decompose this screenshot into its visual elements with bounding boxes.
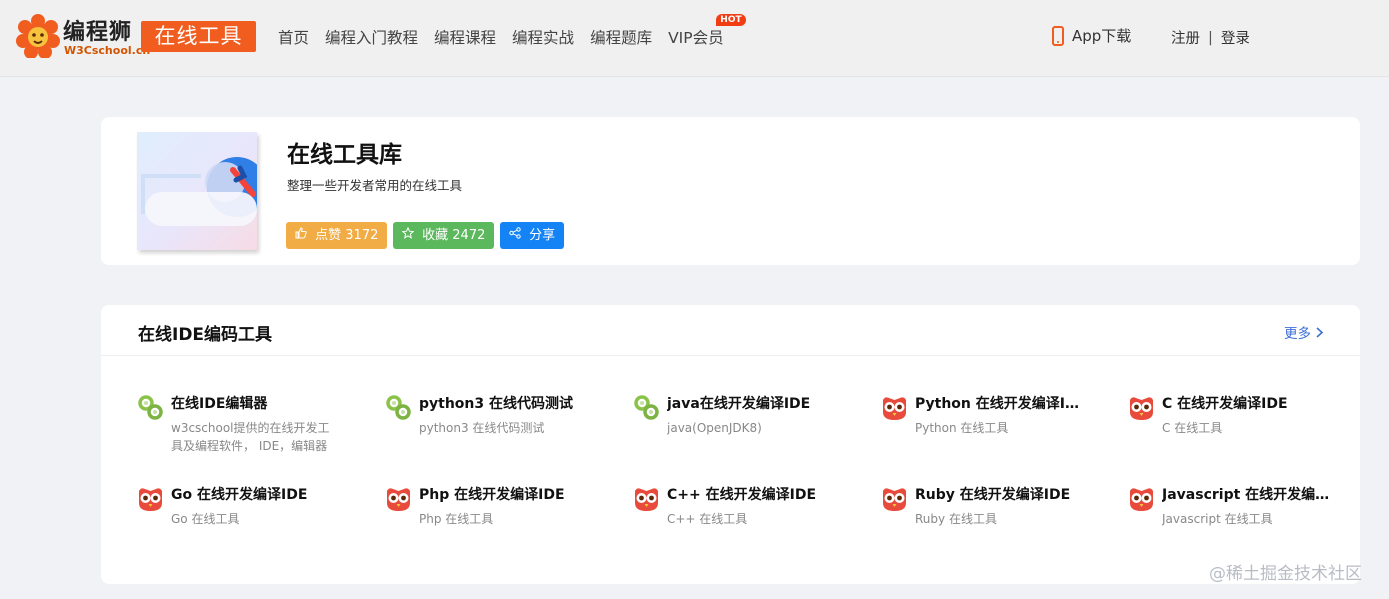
favorite-count: 收藏 2472 <box>422 228 486 243</box>
tool-library-card: 在线工具库 整理一些开发者常用的在线工具 点赞 3172 收藏 2472 分享 <box>101 117 1360 265</box>
watermark: @稀土掘金技术社区 <box>1209 564 1362 584</box>
tool-name: Php 在线开发编译IDE <box>419 487 565 503</box>
page-title: 在线工具库 <box>287 142 402 168</box>
nav-question-bank[interactable]: 编程题库 <box>590 26 652 48</box>
nav-practice[interactable]: 编程实战 <box>512 26 574 48</box>
tool-name: Go 在线开发编译IDE <box>171 487 308 503</box>
link-icon <box>137 394 164 421</box>
auth-links: 注册 | 登录 <box>1171 27 1250 48</box>
auth-separator: | <box>1208 29 1213 46</box>
tool-description: C++ 在线工具 <box>667 512 748 526</box>
phone-icon <box>1052 25 1064 46</box>
section-divider <box>101 355 1360 356</box>
tool-name: C++ 在线开发编译IDE <box>667 487 817 503</box>
owl-icon <box>1128 394 1155 421</box>
owl-icon <box>881 485 908 512</box>
wrench-cloud-icon <box>141 157 257 226</box>
main-nav: 首页 编程入门教程 编程课程 编程实战 编程题库 VIP会员 HOT <box>278 14 746 48</box>
tool-name: Python 在线开发编译IDE <box>915 396 1085 412</box>
tool-library-thumbnail <box>137 132 257 250</box>
lion-logo-icon[interactable] <box>16 14 60 58</box>
nav-courses[interactable]: 编程课程 <box>434 26 496 48</box>
like-count: 点赞 3172 <box>315 228 379 243</box>
app-download-link[interactable]: App下载 <box>1052 25 1131 46</box>
tool-description: Python 在线工具 <box>915 421 1009 435</box>
owl-icon <box>881 394 908 421</box>
owl-icon <box>385 485 412 512</box>
more-link[interactable]: 更多 <box>1284 322 1324 342</box>
tool-description: java(OpenJDK8) <box>667 421 762 435</box>
more-label: 更多 <box>1284 326 1311 342</box>
owl-icon <box>633 485 660 512</box>
tool-description: Php 在线工具 <box>419 512 494 526</box>
tool-name: Ruby 在线开发编译IDE <box>915 487 1071 503</box>
nav-vip[interactable]: VIP会员 HOT <box>668 14 746 48</box>
tool-name: C 在线开发编译IDE <box>1162 396 1288 412</box>
page-subtitle: 整理一些开发者常用的在线工具 <box>287 178 463 193</box>
share-button[interactable]: 分享 <box>500 222 565 249</box>
hot-badge: HOT <box>716 14 746 26</box>
favorite-button[interactable]: 收藏 2472 <box>393 222 495 249</box>
login-link[interactable]: 登录 <box>1221 27 1250 48</box>
link-icon <box>385 394 412 421</box>
section-title: 在线IDE编码工具 <box>138 325 273 345</box>
app-download-label: App下载 <box>1072 27 1132 45</box>
tool-description: Go 在线工具 <box>171 512 240 526</box>
top-navbar: 编程狮 W3Cschool.cn 在线工具 首页 编程入门教程 编程课程 编程实… <box>0 0 1389 77</box>
tool-name: 在线IDE编辑器 <box>171 396 268 412</box>
register-link[interactable]: 注册 <box>1171 27 1200 48</box>
share-icon <box>509 227 525 243</box>
star-icon <box>401 226 418 243</box>
tool-description: Ruby 在线工具 <box>915 512 997 526</box>
tool-description: Javascript 在线工具 <box>1162 512 1273 526</box>
owl-icon <box>1128 485 1155 512</box>
nav-vip-label: VIP会员 <box>668 29 724 47</box>
tool-description: C 在线工具 <box>1162 421 1223 435</box>
link-icon <box>633 394 660 421</box>
share-label: 分享 <box>529 228 556 243</box>
tool-description: w3cschool提供的在线开发工具及编程软件， IDE，编辑器等 <box>171 421 330 453</box>
tool-name: Javascript 在线开发编译IDE <box>1162 487 1332 503</box>
nav-home[interactable]: 首页 <box>278 26 309 48</box>
thumbs-up-icon <box>295 227 311 243</box>
like-button[interactable]: 点赞 3172 <box>286 222 388 249</box>
tool-name: java在线开发编译IDE <box>667 396 811 412</box>
chevron-right-icon <box>1316 327 1324 338</box>
tool-description: python3 在线代码测试 <box>419 421 545 435</box>
brand-domain[interactable]: W3Cschool.cn <box>64 44 150 57</box>
nav-tutorials[interactable]: 编程入门教程 <box>325 26 418 48</box>
ide-tools-section: 在线IDE编码工具 更多 在线IDE编辑器 w3cschool提供的在线开发工具… <box>101 305 1360 584</box>
online-tools-badge[interactable]: 在线工具 <box>141 21 256 52</box>
tool-name: python3 在线代码测试 <box>419 396 574 412</box>
brand-name[interactable]: 编程狮 <box>63 14 132 46</box>
owl-icon <box>137 485 164 512</box>
